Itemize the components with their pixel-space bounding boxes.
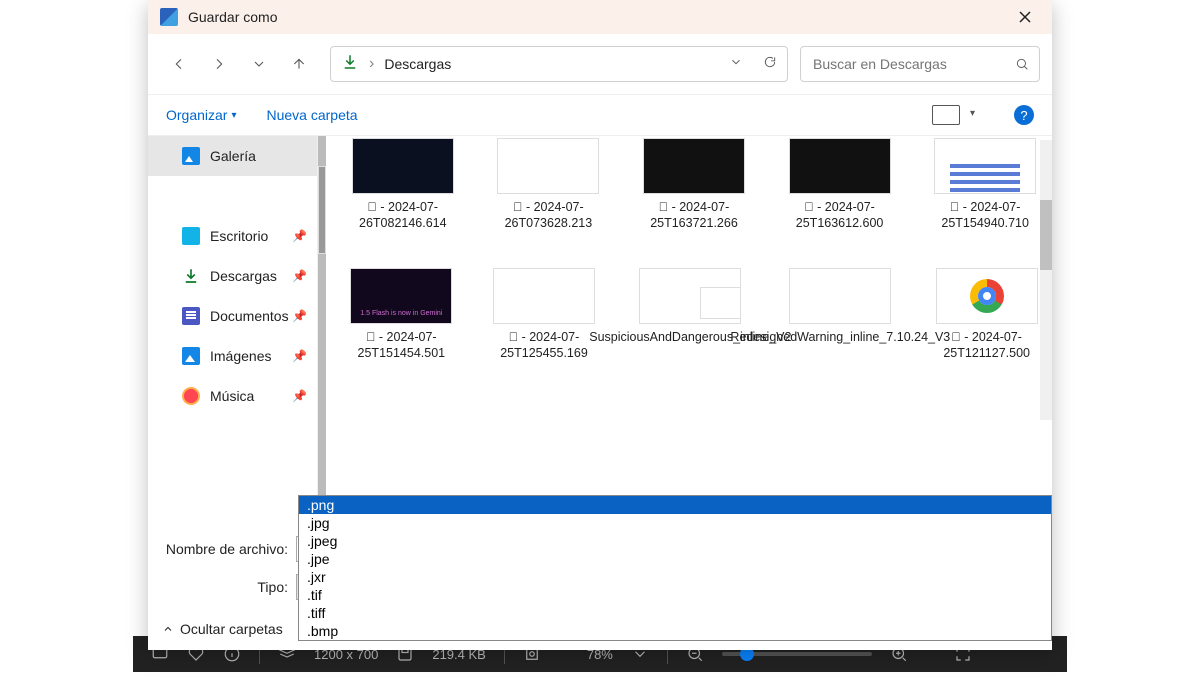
sidebar-item-gallery[interactable]: Galería <box>148 136 317 176</box>
pin-icon: 📌 <box>292 389 307 403</box>
sidebar-item-label: Música <box>210 388 254 404</box>
view-mode-button[interactable] <box>932 105 960 125</box>
nav-row: › Descargas <box>148 34 1052 94</box>
nav-back-icon[interactable] <box>170 55 188 73</box>
file-tile[interactable]: RedesignedWarning_inline_7.10.24_V3 <box>781 268 899 374</box>
type-option[interactable]: .tif <box>299 586 1051 604</box>
pin-icon: 📌 <box>292 349 307 363</box>
file-tile[interactable]: 󰋽 - 2024-07-25T163612.600 <box>783 138 897 244</box>
sidebar-item-label: Documentos <box>210 308 289 324</box>
toolbar: Organizar ▾ Nueva carpeta ? <box>148 94 1052 136</box>
search-input[interactable] <box>811 55 1015 73</box>
type-option[interactable]: .jpe <box>299 550 1051 568</box>
sidebar: Galería Escritorio 📌 Descargas 📌 Documen… <box>148 136 318 530</box>
pin-icon: 📌 <box>292 269 307 283</box>
type-label: Tipo: <box>148 579 296 595</box>
file-tile[interactable]: 󰋽 - 2024-07-26T073628.213 <box>492 138 606 244</box>
hide-folders-toggle[interactable]: Ocultar carpetas <box>162 621 283 637</box>
file-tile[interactable]: 1.5 Flash is now in Gemini󰋽 - 2024-07-25… <box>346 268 457 374</box>
music-icon <box>182 387 200 405</box>
new-folder-button[interactable]: Nueva carpeta <box>267 107 358 123</box>
type-option[interactable]: .jpeg <box>299 532 1051 550</box>
breadcrumb-separator: › <box>369 55 374 73</box>
file-tile[interactable]: 󰋽 - 2024-07-25T125455.169 <box>489 268 600 374</box>
sidebar-item-label: Escritorio <box>210 228 268 244</box>
sidebar-item-documents[interactable]: Documentos 📌 <box>148 296 317 336</box>
refresh-icon[interactable] <box>763 55 777 74</box>
app-icon <box>160 8 178 26</box>
titlebar: Guardar como <box>148 0 1052 34</box>
breadcrumb-current[interactable]: Descargas <box>384 56 719 72</box>
organize-menu[interactable]: Organizar ▾ <box>166 107 237 123</box>
type-option[interactable]: .jpg <box>299 514 1051 532</box>
help-button[interactable]: ? <box>1014 105 1034 125</box>
pin-icon: 📌 <box>292 309 307 323</box>
close-button[interactable] <box>1002 0 1048 34</box>
address-bar[interactable]: › Descargas <box>330 46 788 82</box>
file-tile[interactable]: 󰋽 - 2024-07-25T121127.500 <box>931 268 1042 374</box>
nav-recent-icon[interactable] <box>250 55 268 73</box>
download-icon <box>182 267 200 285</box>
desktop-icon <box>182 227 200 245</box>
documents-icon <box>182 307 200 325</box>
sidebar-item-label: Galería <box>210 148 256 164</box>
sidebar-item-label: Descargas <box>210 268 277 284</box>
path-history-icon[interactable] <box>729 55 743 74</box>
images-icon <box>182 347 200 365</box>
download-folder-icon <box>341 53 359 76</box>
sidebar-item-label: Imágenes <box>210 348 271 364</box>
filegrid-scrollbar[interactable] <box>1040 140 1052 420</box>
type-option[interactable]: .tiff <box>299 604 1051 622</box>
zoom-slider[interactable] <box>722 652 872 656</box>
type-dropdown-list[interactable]: .png .jpg .jpeg .jpe .jxr .tif .tiff .bm… <box>298 495 1052 641</box>
gallery-icon <box>182 147 200 165</box>
sidebar-item-images[interactable]: Imágenes 📌 <box>148 336 317 376</box>
sidebar-item-desktop[interactable]: Escritorio 📌 <box>148 216 317 256</box>
nav-up-icon[interactable] <box>290 55 308 73</box>
search-box[interactable] <box>800 46 1040 82</box>
type-option[interactable]: .bmp <box>299 622 1051 640</box>
nav-forward-icon[interactable] <box>210 55 228 73</box>
filename-label: Nombre de archivo: <box>148 541 296 557</box>
search-icon <box>1015 57 1029 71</box>
file-tile[interactable]: 󰋽 - 2024-07-25T154940.710 <box>928 138 1042 244</box>
type-option[interactable]: .png <box>299 496 1051 514</box>
sidebar-item-music[interactable]: Música 📌 <box>148 376 317 416</box>
type-option[interactable]: .jxr <box>299 568 1051 586</box>
window-title: Guardar como <box>188 9 1002 25</box>
sidebar-item-downloads[interactable]: Descargas 📌 <box>148 256 317 296</box>
pin-icon: 📌 <box>292 229 307 243</box>
file-tile[interactable]: 󰋽 - 2024-07-26T082146.614 <box>346 138 460 244</box>
file-grid: 󰋽 - 2024-07-26T082146.614 󰋽 - 2024-07-26… <box>326 136 1052 530</box>
sidebar-scrollbar[interactable] <box>318 136 326 530</box>
file-tile[interactable]: 󰋽 - 2024-07-25T163721.266 <box>637 138 751 244</box>
